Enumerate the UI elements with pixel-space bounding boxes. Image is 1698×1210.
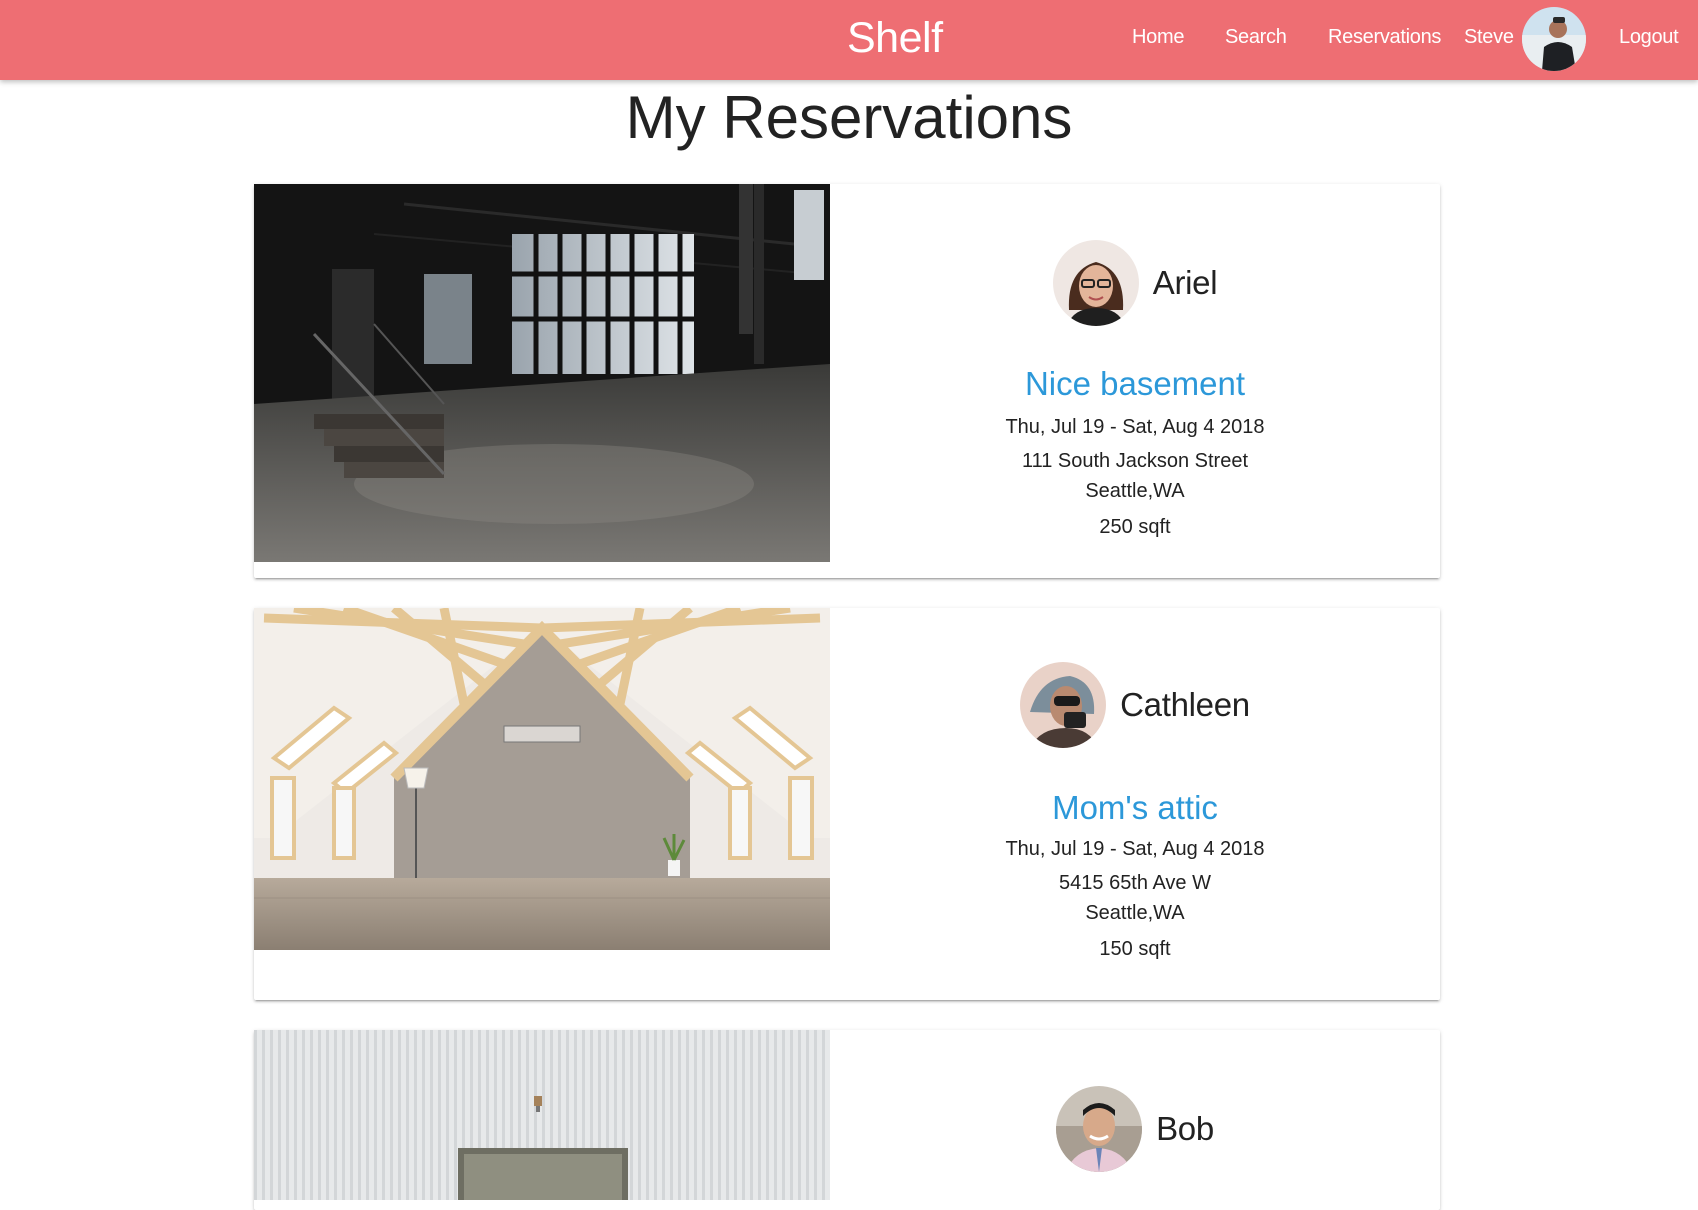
listing-size: 250 sqft (1099, 516, 1171, 538)
nav-user-name[interactable]: Steve (1464, 24, 1514, 50)
listing-size: 150 sqft (1099, 938, 1171, 960)
host: Cathleen (830, 662, 1440, 748)
host-name: Ariel (1152, 264, 1218, 301)
listing-image-basement[interactable] (254, 184, 830, 562)
navbar: Shelf Home Search Reservations Steve Log… (0, 0, 1698, 80)
logout-link[interactable]: Logout (1619, 24, 1679, 50)
listing-title-link[interactable]: Nice basement (830, 364, 1440, 404)
reservation-card: Bob (254, 1030, 1440, 1210)
page-title: My Reservations (625, 84, 1073, 151)
listing-city: Seattle,WA (1085, 480, 1185, 502)
host-avatar (1052, 240, 1139, 326)
reservation-card: Ariel Nice basement Thu, Jul 19 - Sat, A… (254, 184, 1440, 578)
host: Ariel (830, 240, 1440, 326)
listing-street: 111 South Jackson Street (1021, 450, 1249, 472)
user-avatar[interactable] (1522, 7, 1586, 71)
host-name: Cathleen (1120, 686, 1250, 723)
brand-logo[interactable]: Shelf (847, 10, 943, 66)
listing-title-link[interactable]: Mom's attic (830, 788, 1440, 828)
listing-image-attic[interactable] (254, 608, 830, 950)
reservation-dates: Thu, Jul 19 - Sat, Aug 4 2018 (1005, 416, 1265, 438)
host-avatar (1056, 1086, 1143, 1172)
reservation-dates: Thu, Jul 19 - Sat, Aug 4 2018 (1005, 838, 1265, 860)
host-avatar (1020, 662, 1107, 748)
host: Bob (830, 1086, 1440, 1172)
listing-street: 5415 65th Ave W (1059, 872, 1211, 894)
reservation-card: Cathleen Mom's attic Thu, Jul 19 - Sat, … (254, 608, 1440, 1000)
nav-search-link[interactable]: Search (1225, 24, 1287, 50)
listing-image-garage[interactable] (254, 1030, 830, 1200)
host-name: Bob (1156, 1110, 1214, 1147)
nav-reservations-link[interactable]: Reservations (1328, 24, 1441, 50)
nav-home-link[interactable]: Home (1132, 24, 1184, 50)
listing-city: Seattle,WA (1085, 902, 1185, 924)
